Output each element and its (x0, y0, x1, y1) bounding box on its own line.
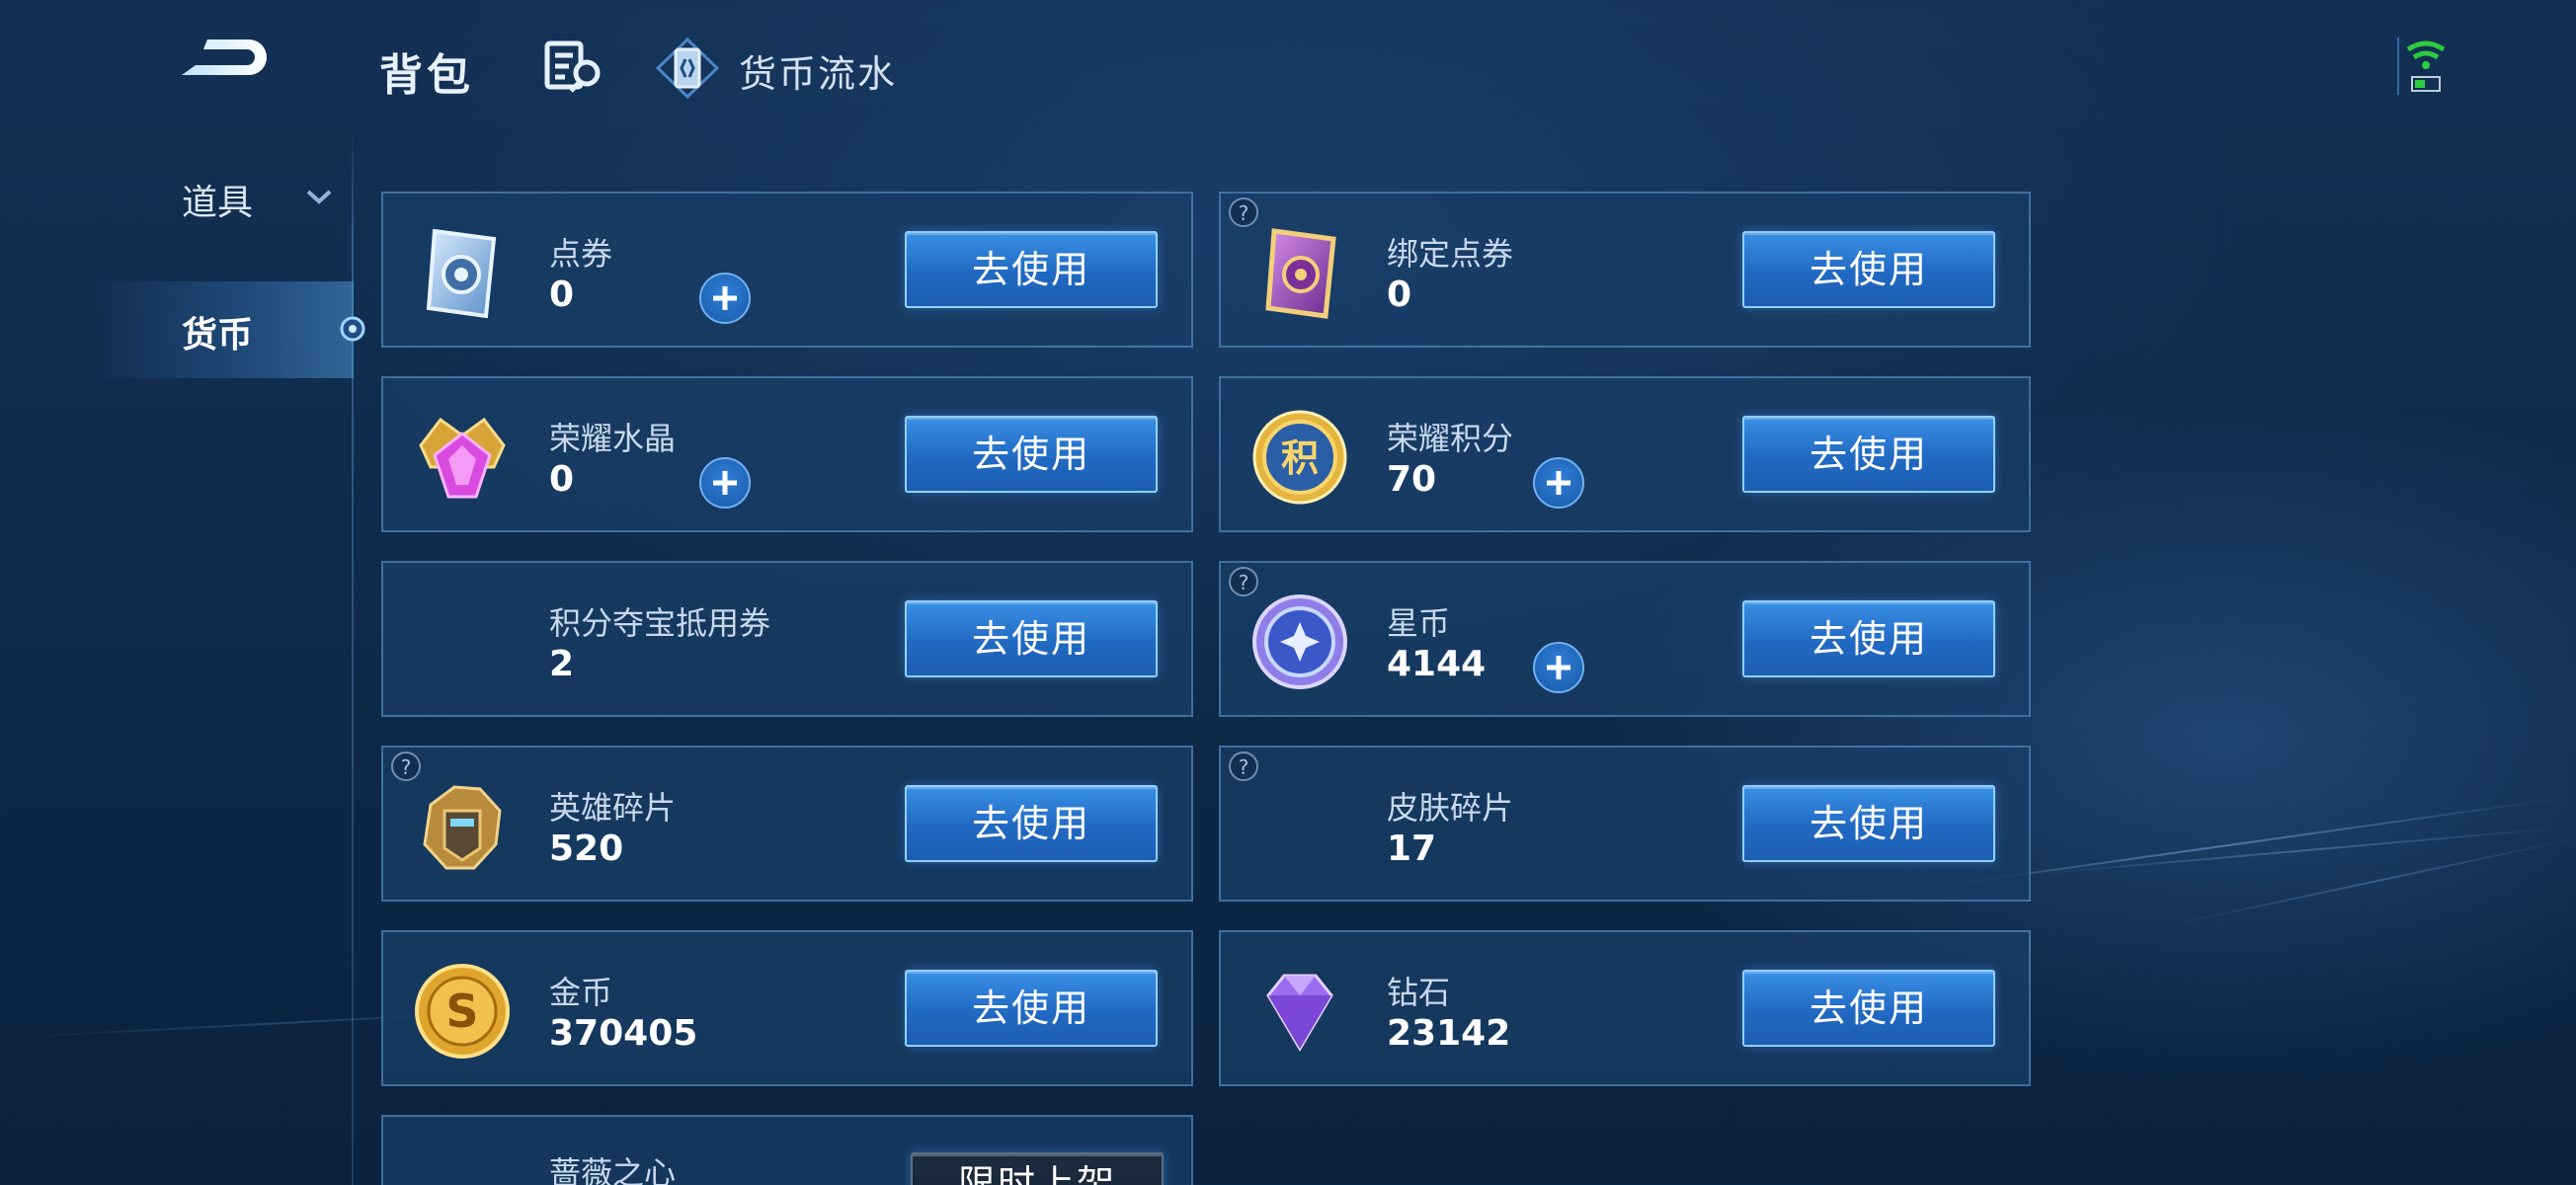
use-button[interactable]: 去使用 (905, 785, 1158, 862)
use-button[interactable]: 去使用 (905, 416, 1158, 493)
currency-card: ? 绑定点券 0 去使用 (1219, 192, 2031, 348)
chevron-down-icon[interactable] (304, 188, 334, 207)
currency-value: 0 (549, 275, 575, 315)
use-button[interactable]: 去使用 (1742, 600, 1995, 677)
currency-value: 520 (549, 829, 624, 869)
use-button[interactable]: 去使用 (1742, 231, 1995, 308)
currency-card: 钻石 23142 去使用 (1219, 930, 2031, 1086)
currency-name: 星币 (1387, 604, 1451, 642)
add-button[interactable] (699, 457, 751, 509)
coupon-ticket-icon (411, 221, 514, 324)
currency-name: 金币 (549, 974, 613, 1011)
add-button[interactable] (1533, 457, 1584, 509)
status-indicators (2394, 36, 2454, 99)
add-button[interactable] (699, 273, 751, 324)
currency-name: 点券 (549, 235, 613, 273)
currency-value: 2 (549, 644, 575, 684)
limited-time-button[interactable]: 限时上架 (911, 1152, 1164, 1185)
active-dot-icon (338, 314, 367, 344)
currency-flow-link[interactable]: 货币流水 (739, 43, 897, 98)
back-icon[interactable] (168, 30, 277, 89)
diamond-icon (1248, 960, 1351, 1063)
currency-value: 370405 (549, 1013, 698, 1054)
svg-text:S: S (445, 985, 478, 1038)
glory-crystal-icon (411, 406, 514, 509)
star-coin-icon (1248, 591, 1351, 693)
use-button[interactable]: 去使用 (1742, 970, 1995, 1047)
currency-name: 荣耀积分 (1387, 420, 1514, 457)
currency-card: ? 英雄碎片 520 去使用 (381, 746, 1193, 902)
currency-name: 英雄碎片 (549, 789, 677, 827)
currency-value: 23142 (1387, 1013, 1511, 1054)
currency-flow-icon[interactable] (655, 37, 720, 100)
currency-card: 荣耀水晶 0 去使用 (381, 376, 1193, 532)
currency-name: 皮肤碎片 (1387, 789, 1514, 827)
currency-value: 0 (1387, 275, 1412, 315)
currency-card: S 金币 370405 去使用 (381, 930, 1193, 1086)
use-button[interactable]: 去使用 (1742, 785, 1995, 862)
svg-text:积: 积 (1281, 436, 1319, 480)
currency-card: 蔷薇之心 限时上架 (381, 1115, 1193, 1185)
help-icon[interactable]: ? (1229, 751, 1258, 781)
edit-settings-icon[interactable] (543, 40, 604, 95)
currency-card: ? 星币 4144 去使用 (1219, 561, 2031, 717)
currency-name: 绑定点券 (1387, 235, 1514, 273)
use-button[interactable]: 去使用 (905, 231, 1158, 308)
currency-name: 荣耀水晶 (549, 420, 677, 457)
currency-value: 70 (1387, 459, 1437, 500)
currency-name: 蔷薇之心 (549, 1154, 677, 1185)
bound-coupon-ticket-icon (1248, 221, 1351, 324)
currency-name: 钻石 (1387, 974, 1451, 1011)
use-button[interactable]: 去使用 (905, 600, 1158, 677)
sidebar-item-items[interactable]: 道具 (182, 174, 253, 225)
gold-coin-icon: S (411, 960, 514, 1063)
sidebar-item-currency[interactable]: 货币 (182, 306, 253, 357)
currency-card: ? 皮肤碎片 17 去使用 (1219, 746, 2031, 902)
currency-card: 积分夺宝抵用券 2 去使用 (381, 561, 1193, 717)
currency-value: 4144 (1387, 644, 1487, 684)
currency-value: 17 (1387, 829, 1437, 869)
currency-card: 积 荣耀积分 70 去使用 (1219, 376, 2031, 532)
hero-fragment-icon (411, 775, 514, 878)
add-button[interactable] (1533, 642, 1584, 693)
glory-points-icon: 积 (1248, 406, 1351, 509)
currency-value: 0 (549, 459, 575, 500)
page-title: 背包 (379, 50, 474, 101)
currency-card: 点券 0 去使用 (381, 192, 1193, 348)
currency-name: 积分夺宝抵用券 (549, 604, 771, 642)
use-button[interactable]: 去使用 (1742, 416, 1995, 493)
use-button[interactable]: 去使用 (905, 970, 1158, 1047)
